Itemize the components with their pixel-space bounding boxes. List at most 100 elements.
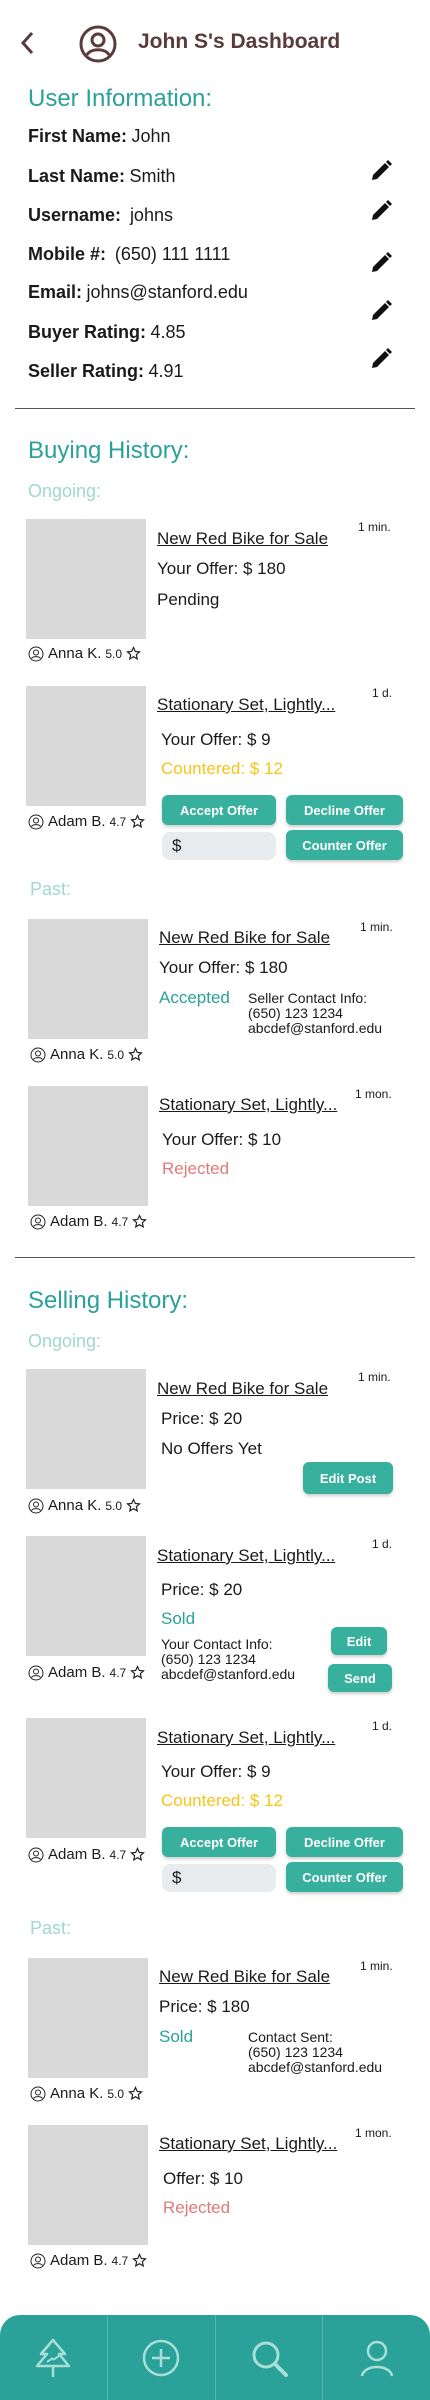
nav-search[interactable]: [216, 2315, 324, 2400]
user-info-title: User Information:: [28, 85, 213, 112]
nav-home[interactable]: [0, 2315, 108, 2400]
edit-post-button[interactable]: Edit Post: [303, 1462, 393, 1494]
counter-offer-input[interactable]: $: [162, 832, 276, 860]
buyer-rating: 4.7: [111, 2253, 129, 2268]
item-title-link[interactable]: New Red Bike for Sale: [157, 1379, 328, 1399]
seller-info[interactable]: Anna K. 5.0: [30, 1046, 143, 1063]
buyer-rating: 5.0: [107, 2086, 125, 2101]
accept-offer-button[interactable]: Accept Offer: [162, 1827, 276, 1857]
nav-profile[interactable]: [323, 2315, 430, 2400]
countered-status: Countered: $ 12: [161, 759, 283, 778]
item-age: 1 mon.: [355, 1087, 392, 1101]
item-thumbnail[interactable]: [26, 519, 146, 639]
star-icon: [128, 2086, 143, 2101]
contact-email: abcdef@stanford.edu: [248, 1020, 383, 1036]
last-name-row: Last Name: Smith: [28, 166, 176, 187]
buyer-info[interactable]: Anna K. 5.0: [30, 2085, 143, 2102]
user-icon: [30, 2253, 46, 2268]
seller-rating: 4.7: [109, 814, 127, 829]
star-icon: [126, 646, 141, 661]
first-name-value: John: [131, 126, 171, 146]
offer-amount: Your Offer: $ 10: [162, 1130, 282, 1149]
item-title-link[interactable]: New Red Bike for Sale: [159, 928, 330, 948]
nav-add[interactable]: [108, 2315, 216, 2400]
page-title: John S's Dashboard: [138, 30, 341, 53]
item-age: 1 mon.: [355, 2126, 392, 2140]
item-thumbnail[interactable]: [28, 919, 148, 1039]
seller-info[interactable]: Anna K. 5.0: [28, 645, 141, 662]
item-title-link[interactable]: New Red Bike for Sale: [157, 529, 328, 549]
item-title-link[interactable]: Stationary Set, Lightly...: [157, 695, 335, 715]
item-age: 1 d.: [372, 686, 393, 700]
email-row: Email: johns@stanford.edu: [28, 282, 248, 303]
send-contact-button[interactable]: Send: [328, 1664, 392, 1692]
counter-offer-button[interactable]: Counter Offer: [286, 1862, 403, 1892]
contact-label: Your Contact Info:: [161, 1636, 273, 1652]
buyer-name: Anna K.: [50, 2085, 104, 2102]
seller-rating: 5.0: [105, 646, 123, 661]
seller-contact-info: Seller Contact Info: (650) 123 1234 abcd…: [248, 991, 382, 1036]
tree-icon: [36, 2338, 71, 2377]
back-button[interactable]: [18, 30, 38, 61]
seller-name: Adam B.: [48, 813, 106, 830]
item-thumbnail[interactable]: [26, 1369, 146, 1489]
decline-offer-button[interactable]: Decline Offer: [286, 795, 403, 825]
username-value: johns: [129, 205, 173, 225]
item-thumbnail[interactable]: [26, 1718, 146, 1838]
accept-offer-button[interactable]: Accept Offer: [162, 795, 276, 825]
email-value: johns@stanford.edu: [86, 282, 248, 302]
buyer-rating-label: Buyer Rating:: [28, 322, 147, 342]
item-title-link[interactable]: Stationary Set, Lightly...: [157, 1546, 335, 1566]
buyer-info[interactable]: Adam B. 4.7: [28, 1846, 146, 1863]
mobile-row: Mobile #: (650) 111 1111: [28, 244, 230, 265]
item-title-link[interactable]: New Red Bike for Sale: [159, 1967, 330, 1987]
email-label: Email:: [28, 282, 83, 302]
edit-contact-button[interactable]: Edit: [331, 1627, 387, 1655]
item-title-link[interactable]: Stationary Set, Lightly...: [159, 2134, 337, 2154]
buyer-rating: 4.7: [109, 1847, 127, 1862]
item-thumbnail[interactable]: [26, 686, 146, 806]
user-icon: [28, 1665, 44, 1680]
item-age: 1 d.: [372, 1537, 393, 1551]
item-title-link[interactable]: Stationary Set, Lightly...: [159, 1095, 337, 1115]
buyer-info[interactable]: Adam B. 4.7: [28, 1664, 146, 1681]
mobile-label: Mobile #:: [28, 244, 107, 264]
first-name-label: First Name:: [28, 126, 128, 146]
decline-offer-button[interactable]: Decline Offer: [286, 1827, 403, 1857]
mobile-value: (650) 111 1111: [114, 244, 231, 264]
seller-info[interactable]: Adam B. 4.7: [28, 813, 146, 830]
user-icon: [28, 1847, 44, 1862]
buyer-info[interactable]: Anna K. 5.0: [28, 1497, 141, 1514]
username-row: Username: johns: [28, 205, 173, 226]
edit-username-pencil-icon[interactable]: [368, 198, 394, 229]
item-thumbnail[interactable]: [28, 1086, 148, 1206]
item-thumbnail[interactable]: [26, 1536, 146, 1656]
item-title-link[interactable]: Stationary Set, Lightly...: [157, 1728, 335, 1748]
contact-label: Seller Contact Info:: [248, 990, 368, 1006]
sold-status: Sold: [159, 2027, 194, 2046]
price-text: Price: $ 20: [161, 1580, 243, 1599]
seller-rating: 4.7: [111, 1214, 129, 1229]
seller-name: Anna K.: [50, 1046, 104, 1063]
item-thumbnail[interactable]: [28, 2125, 148, 2245]
last-name-value: Smith: [129, 166, 176, 186]
seller-info[interactable]: Adam B. 4.7: [30, 1213, 148, 1230]
contact-phone: (650) 123 1234: [248, 2044, 343, 2060]
edit-mobile-pencil-icon[interactable]: [368, 250, 394, 281]
buying-history-title: Buying History:: [28, 437, 190, 464]
selling-past-label: Past:: [30, 1918, 72, 1938]
edit-last-name-pencil-icon[interactable]: [368, 158, 394, 189]
counter-offer-input[interactable]: $: [162, 1864, 276, 1892]
item-thumbnail[interactable]: [28, 1958, 148, 2078]
selling-ongoing-label: Ongoing:: [28, 1331, 102, 1351]
buyer-info[interactable]: Adam B. 4.7: [30, 2252, 148, 2269]
buyer-name: Adam B.: [48, 1846, 106, 1863]
bottom-nav: [0, 2315, 430, 2400]
star-icon: [130, 814, 146, 829]
seller-rating-label: Seller Rating:: [28, 361, 145, 381]
selling-history-title: Selling History:: [28, 1287, 189, 1314]
edit-email-pencil-icon[interactable]: [368, 298, 394, 329]
edit-rating-pencil-icon[interactable]: [368, 346, 394, 377]
contact-phone: (650) 123 1234: [248, 1005, 343, 1021]
counter-offer-button[interactable]: Counter Offer: [286, 830, 403, 860]
